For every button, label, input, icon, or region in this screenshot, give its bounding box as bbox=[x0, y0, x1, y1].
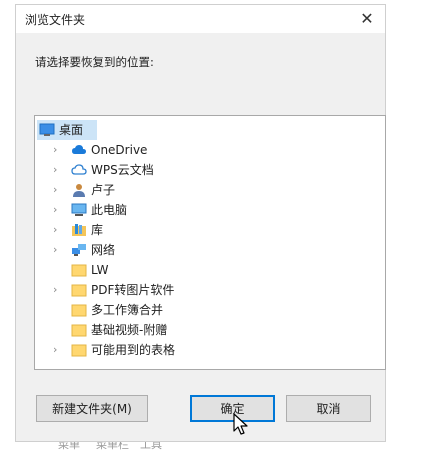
chevron-right-icon[interactable]: › bbox=[53, 180, 63, 200]
network-icon bbox=[71, 243, 87, 257]
cloud-icon bbox=[71, 143, 87, 157]
wps-cloud-icon bbox=[71, 163, 87, 177]
dialog-title: 浏览文件夹 bbox=[25, 13, 86, 27]
tree-item[interactable]: › WPS云文档 bbox=[53, 160, 373, 180]
prompt-label: 请选择要恢复到的位置: bbox=[35, 55, 154, 69]
close-button[interactable]: ✕ bbox=[355, 7, 379, 31]
tree-item[interactable]: 多工作簿合并 bbox=[53, 300, 373, 320]
tree-item-label: PDF转图片软件 bbox=[91, 283, 175, 297]
tree-item[interactable]: › OneDrive bbox=[53, 140, 373, 160]
folder-icon bbox=[71, 323, 87, 337]
tree-item[interactable]: › 此电脑 bbox=[53, 200, 373, 220]
title-bar: 浏览文件夹 ✕ bbox=[16, 5, 385, 33]
user-icon bbox=[71, 183, 87, 197]
chevron-right-icon[interactable]: › bbox=[53, 340, 63, 360]
tree-item-label: 可能用到的表格 bbox=[91, 343, 176, 357]
mouse-cursor-icon bbox=[233, 413, 248, 435]
tree-item[interactable]: › 卢子 bbox=[53, 180, 373, 200]
chevron-right-icon[interactable]: › bbox=[53, 160, 63, 180]
screenshot-frame: 浏览文件夹 ✕ 请选择要恢复到的位置: 桌面 › OneDrive › WPS云文档 › 卢… bbox=[0, 0, 431, 452]
chevron-right-icon[interactable]: › bbox=[53, 280, 63, 300]
tree-item-label: 库 bbox=[91, 223, 104, 237]
chevron-right-icon[interactable]: › bbox=[53, 220, 63, 240]
tree-item-label: OneDrive bbox=[91, 143, 148, 157]
tree-item[interactable]: 基础视频-附赠 bbox=[53, 320, 373, 340]
tree-item-label: 此电脑 bbox=[91, 203, 128, 217]
tree-item[interactable]: › 网络 bbox=[53, 240, 373, 260]
tree-item[interactable]: › 可能用到的表格 bbox=[53, 340, 373, 360]
folder-icon bbox=[71, 303, 87, 317]
tree-item[interactable]: LW bbox=[53, 260, 373, 280]
background-text-1: 菜单 bbox=[58, 442, 80, 451]
folder-icon bbox=[71, 283, 87, 297]
new-folder-button[interactable]: 新建文件夹(M) bbox=[36, 395, 148, 422]
tree-item-label: LW bbox=[91, 263, 109, 277]
tree-item-label: 多工作簿合并 bbox=[91, 303, 164, 317]
chevron-right-icon[interactable]: › bbox=[53, 200, 63, 220]
tree-item-label: 桌面 bbox=[59, 123, 84, 137]
tree-item[interactable]: 桌面 bbox=[37, 120, 97, 140]
folder-tree[interactable]: 桌面 › OneDrive › WPS云文档 › 卢子 › 此电脑 › 库 › 网络 LW › PDF转图片软… bbox=[34, 115, 386, 370]
browse-folder-dialog: 浏览文件夹 ✕ 请选择要恢复到的位置: 桌面 › OneDrive › WPS云文档 › 卢… bbox=[15, 4, 386, 442]
folder-icon bbox=[71, 263, 87, 277]
tree-item[interactable]: › PDF转图片软件 bbox=[53, 280, 373, 300]
chevron-right-icon[interactable]: › bbox=[53, 240, 63, 260]
background-window-strip: 菜单 菜单栏 工具 bbox=[0, 442, 431, 452]
tree-item-label: WPS云文档 bbox=[91, 163, 154, 177]
tree-item-label: 基础视频-附赠 bbox=[91, 323, 168, 337]
library-icon bbox=[71, 223, 87, 237]
cancel-button[interactable]: 取消 bbox=[286, 395, 371, 422]
tree-item-label: 卢子 bbox=[91, 183, 116, 197]
computer-icon bbox=[71, 203, 87, 217]
background-text-2: 菜单栏 bbox=[96, 442, 129, 451]
desktop-icon bbox=[39, 123, 55, 137]
background-text-3: 工具 bbox=[140, 442, 162, 451]
tree-item-label: 网络 bbox=[91, 243, 116, 257]
folder-icon bbox=[71, 343, 87, 357]
chevron-right-icon[interactable]: › bbox=[53, 140, 63, 160]
tree-item[interactable]: › 库 bbox=[53, 220, 373, 240]
